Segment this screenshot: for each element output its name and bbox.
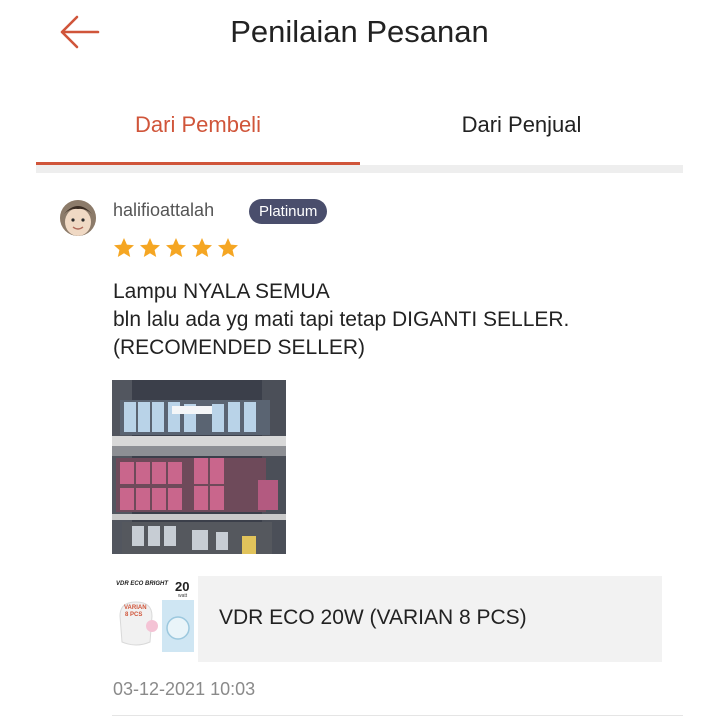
review-line: Lampu NYALA SEMUA xyxy=(113,280,330,303)
thumb-variant-line1: VARIAN xyxy=(124,605,147,611)
review-text: Lampu NYALA SEMUA bln lalu ada yg mati t… xyxy=(113,278,569,362)
star-rating xyxy=(112,236,240,260)
star-icon xyxy=(114,238,134,257)
star-icon xyxy=(166,238,186,257)
avatar[interactable] xyxy=(60,200,96,236)
star-icon xyxy=(192,238,212,257)
star-icon xyxy=(218,238,238,257)
section-divider xyxy=(36,165,683,173)
review-photo[interactable] xyxy=(112,380,286,554)
membership-badge: Platinum xyxy=(249,199,328,224)
thumb-variant-line2: 8 PCS xyxy=(125,612,143,618)
thumb-brand-text: VDR ECO BRIGHT xyxy=(116,581,169,587)
review-timestamp: 03-12-2021 10:03 xyxy=(113,679,256,699)
thumb-watt-number: 20 xyxy=(175,579,190,594)
product-name: VDR ECO 20W (VARIAN 8 PCS) xyxy=(219,606,527,629)
header: Penilaian Pesanan xyxy=(0,0,719,70)
reviewer-username: halifioattalah xyxy=(113,200,215,220)
divider xyxy=(112,715,683,716)
product-thumbnail: VDR ECO BRIGHT 20 watt VARIAN 8 PCS xyxy=(112,576,198,662)
thumb-watt-unit: watt xyxy=(178,593,188,599)
review-line: bln lalu ada yg mati tapi tetap DIGANTI … xyxy=(113,308,570,331)
page-title: Penilaian Pesanan xyxy=(230,14,489,49)
tab-dari-pembeli[interactable]: Dari Pembeli xyxy=(36,96,360,164)
product-card[interactable]: VDR ECO BRIGHT 20 watt VARIAN 8 PCS VDR … xyxy=(112,576,662,662)
star-icon xyxy=(140,238,160,257)
review-line: (RECOMENDED SELLER) xyxy=(113,336,366,359)
tab-dari-penjual[interactable]: Dari Penjual xyxy=(360,96,683,164)
tab-bar: Dari Pembeli Dari Penjual xyxy=(36,96,683,176)
